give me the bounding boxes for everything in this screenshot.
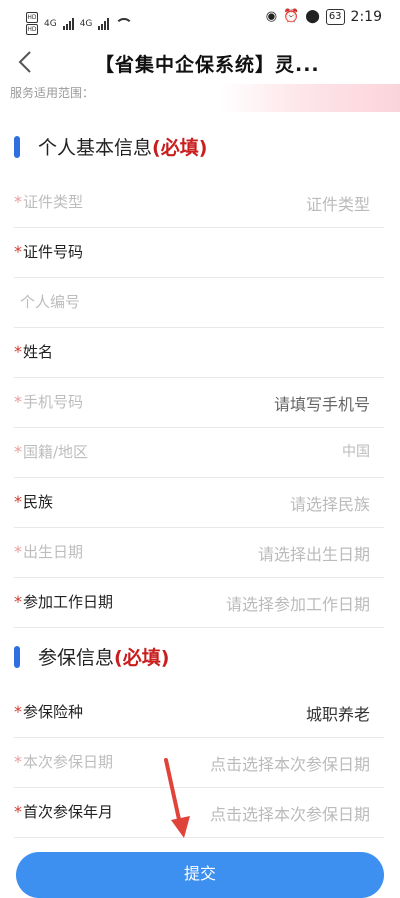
id-type-select[interactable]: 证件类型 xyxy=(306,191,370,215)
field-personal-number[interactable]: 个人编号 xyxy=(14,277,384,328)
field-phone[interactable]: *手机号码 请填写手机号 xyxy=(14,377,384,428)
signal-icon xyxy=(98,17,110,30)
field-label: 参保险种 xyxy=(23,703,84,721)
required-star: * xyxy=(14,442,22,461)
birth-date-picker[interactable]: 请选择出生日期 xyxy=(258,541,370,565)
service-scope-text: 服务适用范围： xyxy=(10,86,95,100)
chevron-left-icon[interactable] xyxy=(18,48,40,74)
hd-icon: HD xyxy=(26,12,38,23)
required-star: * xyxy=(14,752,22,771)
hd-icon: HD xyxy=(26,24,38,35)
status-right: ◉ ⏰ ⬤ 63 2:19 xyxy=(266,9,382,25)
ethnicity-select[interactable]: 请选择民族 xyxy=(290,491,370,515)
field-id-type[interactable]: *证件类型 证件类型 xyxy=(14,177,384,228)
field-nationality[interactable]: *国籍/地区 中国 xyxy=(14,427,384,478)
status-bar: HD HD 4G 4G ◉ ⏰ ⬤ 63 2:19 xyxy=(0,0,400,40)
insurance-type-select[interactable]: 城职养老 xyxy=(306,701,370,725)
field-label: 本次参保日期 xyxy=(23,753,114,771)
field-ethnicity[interactable]: *民族 请选择民族 xyxy=(14,477,384,528)
alarm-icon: ⏰ xyxy=(283,9,300,24)
required-star: * xyxy=(14,702,22,721)
required-star: * xyxy=(14,542,22,561)
current-insured-date-picker[interactable]: 点击选择本次参保日期 xyxy=(210,751,370,775)
field-label: 出生日期 xyxy=(23,543,84,561)
field-label: 民族 xyxy=(23,493,54,511)
required-star: * xyxy=(14,192,22,211)
field-insurance-type[interactable]: *参保险种 城职养老 xyxy=(14,687,384,738)
first-insured-month-picker[interactable]: 点击选择本次参保日期 xyxy=(210,801,370,825)
field-label: 手机号码 xyxy=(23,393,84,411)
required-star: * xyxy=(14,492,22,511)
field-label: 证件类型 xyxy=(23,193,84,211)
field-work-start-date[interactable]: *参加工作日期 请选择参加工作日期 xyxy=(14,577,384,628)
field-id-number[interactable]: *证件号码 xyxy=(14,227,384,278)
signal-icon xyxy=(62,17,74,30)
section-personal-info: 个人基本信息(必填) xyxy=(0,122,400,172)
required-star: * xyxy=(14,242,22,261)
field-label: 个人编号 xyxy=(20,293,81,311)
location-icon: ⬤ xyxy=(305,9,320,24)
field-current-insured-date[interactable]: *本次参保日期 点击选择本次参保日期 xyxy=(14,737,384,788)
field-label: 证件号码 xyxy=(23,243,84,261)
field-label: 姓名 xyxy=(23,343,54,361)
app-header: 【省集中企保系统】灵... xyxy=(0,40,400,84)
field-birth-date[interactable]: *出生日期 请选择出生日期 xyxy=(14,527,384,578)
field-first-insured-month[interactable]: *首次参保年月 点击选择本次参保日期 xyxy=(14,787,384,838)
service-scope-banner: 服务适用范围： xyxy=(0,84,400,112)
network-type-2: 4G xyxy=(79,18,93,29)
section-insurance-info: 参保信息(必填) xyxy=(0,632,400,682)
wifi-icon xyxy=(115,17,134,30)
phone-input[interactable]: 请填写手机号 xyxy=(274,391,370,415)
submit-button[interactable]: 提交 xyxy=(16,852,384,898)
eye-icon: ◉ xyxy=(265,9,278,24)
required-star: * xyxy=(14,392,22,411)
required-tag: (必填) xyxy=(114,647,170,669)
field-name[interactable]: *姓名 xyxy=(14,327,384,378)
required-tag: (必填) xyxy=(152,137,208,159)
clock: 2:19 xyxy=(350,9,382,25)
section-bar xyxy=(14,646,20,668)
section-title: 个人基本信息 xyxy=(38,137,153,159)
field-label: 参加工作日期 xyxy=(23,593,114,611)
hd-indicators: HD HD xyxy=(26,12,38,35)
nationality-select[interactable]: 中国 xyxy=(342,441,370,461)
status-left: HD HD 4G 4G xyxy=(26,12,134,35)
section-bar xyxy=(14,136,20,158)
page-title: 【省集中企保系统】灵... xyxy=(95,54,320,76)
battery-icon: 63 xyxy=(325,9,345,25)
required-star: * xyxy=(14,342,22,361)
section-title: 参保信息 xyxy=(38,647,115,669)
network-type-1: 4G xyxy=(44,18,57,29)
work-start-date-picker[interactable]: 请选择参加工作日期 xyxy=(226,591,370,615)
required-star: * xyxy=(14,802,22,821)
field-label: 首次参保年月 xyxy=(23,803,114,821)
field-label: 国籍/地区 xyxy=(23,443,89,461)
required-star: * xyxy=(14,592,22,611)
